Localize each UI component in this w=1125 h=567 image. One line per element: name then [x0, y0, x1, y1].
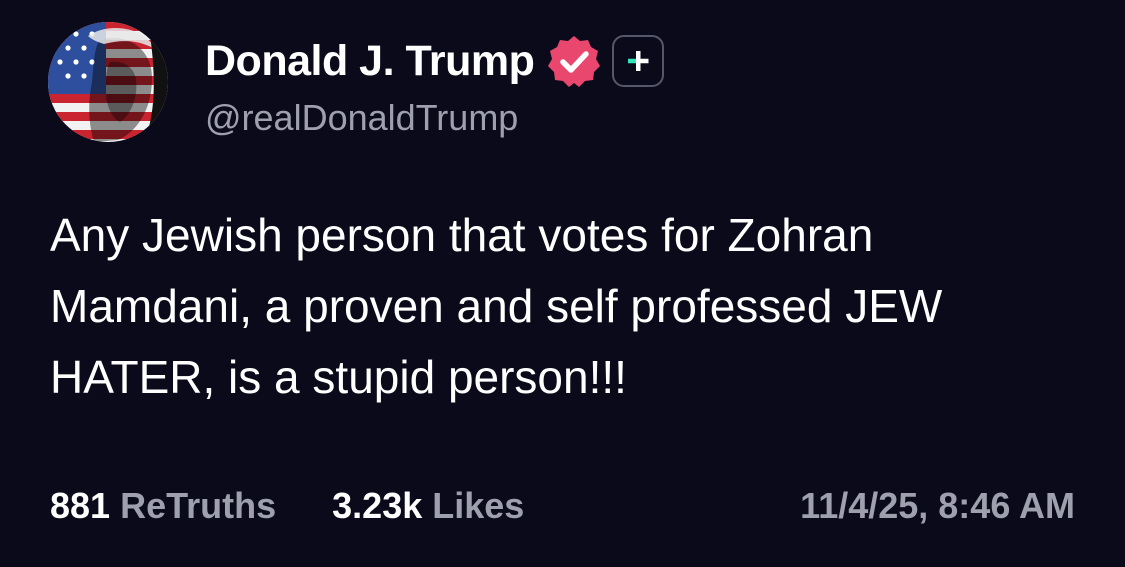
follow-button[interactable]: [612, 35, 665, 87]
verified-badge-icon: [546, 33, 602, 89]
likes-count: 3.23k: [332, 485, 423, 526]
plus-icon: [628, 51, 649, 71]
author-handle[interactable]: @realDonaldTrump: [205, 96, 518, 140]
likes-label: Likes: [432, 485, 525, 526]
post-stats: 881 ReTruths 3.23k Likes: [50, 484, 524, 528]
retruths-count: 881: [50, 485, 111, 526]
flag-portrait-avatar-icon: [48, 22, 168, 142]
author-display-name[interactable]: Donald J. Trump: [205, 35, 535, 87]
post-timestamp: 11/4/25, 8:46 AM: [800, 485, 1075, 526]
retruths-stat[interactable]: 881 ReTruths: [50, 485, 286, 526]
post-card: Donald J. Trump @realDonaldTrump Any Jew…: [0, 0, 1125, 567]
avatar[interactable]: [48, 22, 168, 142]
retruths-label: ReTruths: [120, 485, 277, 526]
author-name-row: Donald J. Trump: [205, 33, 665, 89]
post-text: Any Jewish person that votes for Zohran …: [50, 209, 943, 403]
likes-stat[interactable]: 3.23k Likes: [332, 485, 524, 526]
